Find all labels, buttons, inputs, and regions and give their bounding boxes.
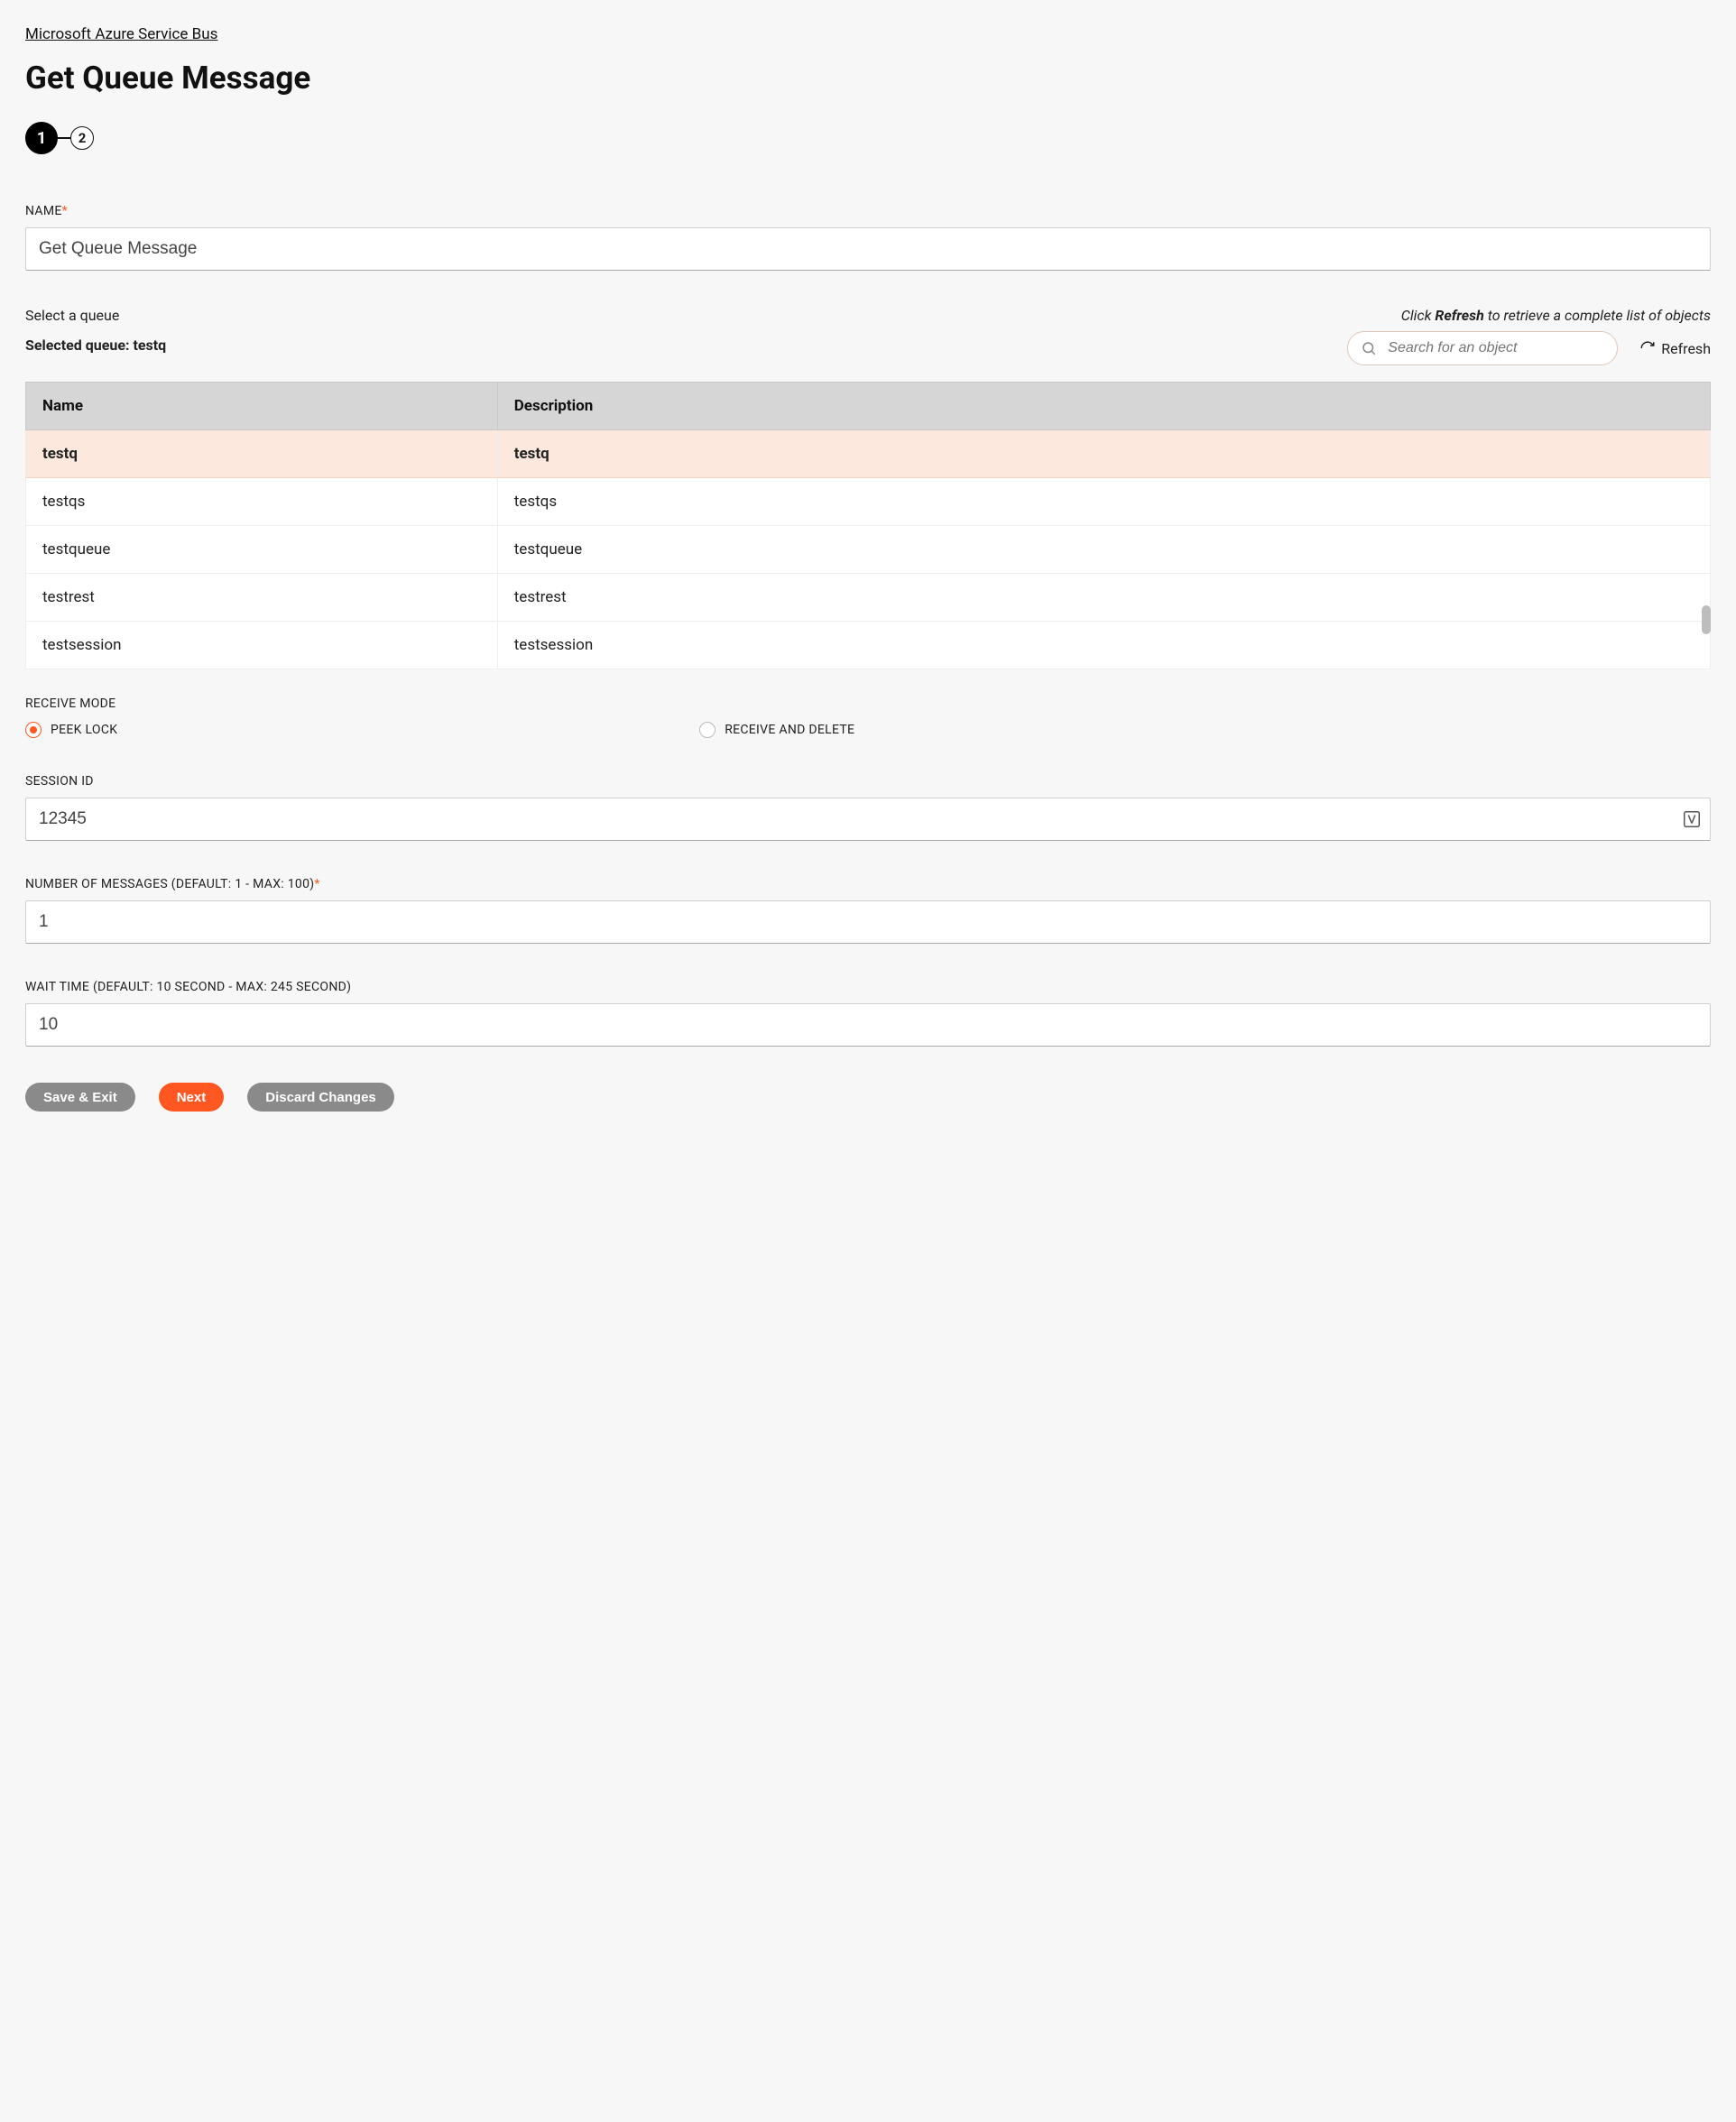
queue-table-wrap: Name Description testqtestqtestqstestqst… [25, 382, 1711, 669]
search-icon [1361, 340, 1377, 356]
breadcrumb[interactable]: Microsoft Azure Service Bus [25, 25, 217, 43]
col-name[interactable]: Name [26, 383, 498, 430]
queue-table: Name Description testqtestqtestqstestqst… [25, 382, 1711, 669]
page-title: Get Queue Message [25, 60, 1711, 97]
queue-section: Select a queue Selected queue: testq Cli… [25, 307, 1711, 669]
row-name: testqueue [26, 526, 498, 574]
receive-mode-label: RECEIVE MODE [25, 697, 1711, 711]
row-name: testq [26, 430, 498, 478]
save-exit-button[interactable]: Save & Exit [25, 1083, 135, 1112]
session-id-label: SESSION ID [25, 774, 1711, 789]
row-description: testrest [497, 574, 1710, 622]
footer-actions: Save & Exit Next Discard Changes [25, 1083, 1711, 1112]
name-field: NAME* [25, 204, 1711, 271]
variable-icon[interactable] [1682, 809, 1702, 829]
step-2[interactable]: 2 [70, 126, 94, 150]
select-queue-label: Select a queue [25, 307, 166, 324]
radio-option[interactable]: RECEIVE AND DELETE [699, 722, 1373, 738]
hint-post: to retrieve a complete list of objects [1484, 307, 1711, 324]
num-messages-input[interactable] [25, 900, 1711, 944]
row-name: testrest [26, 574, 498, 622]
refresh-hint: Click Refresh to retrieve a complete lis… [1347, 307, 1711, 324]
row-description: testq [497, 430, 1710, 478]
name-label-text: NAME [25, 204, 62, 218]
search-input[interactable] [1386, 339, 1604, 357]
num-messages-label: NUMBER OF MESSAGES (DEFAULT: 1 - MAX: 10… [25, 877, 1711, 891]
stepper: 1 2 [25, 122, 1711, 154]
refresh-button[interactable]: Refresh [1639, 340, 1711, 357]
name-label: NAME* [25, 204, 1711, 218]
step-connector [58, 137, 70, 139]
receive-mode-radio-group: PEEK LOCK RECEIVE AND DELETE [25, 722, 1711, 738]
selected-queue-value: testq [133, 337, 166, 354]
table-row[interactable]: testresttestrest [26, 574, 1711, 622]
row-description: testsession [497, 622, 1710, 669]
hint-pre: Click [1401, 307, 1436, 324]
session-id-field: SESSION ID [25, 774, 1711, 841]
hint-bold: Refresh [1435, 307, 1483, 324]
row-name: testsession [26, 622, 498, 669]
step-1[interactable]: 1 [25, 122, 58, 154]
discard-button[interactable]: Discard Changes [247, 1083, 394, 1112]
col-description[interactable]: Description [497, 383, 1710, 430]
name-input[interactable] [25, 227, 1711, 271]
selected-queue-prefix: Selected queue: [25, 337, 133, 354]
radio-dot[interactable] [699, 722, 716, 738]
required-marker: * [62, 204, 68, 218]
row-name: testqs [26, 478, 498, 526]
next-button[interactable]: Next [159, 1083, 225, 1112]
refresh-icon [1639, 340, 1656, 356]
selected-queue-label: Selected queue: testq [25, 337, 166, 354]
wait-time-input[interactable] [25, 1003, 1711, 1047]
search-box[interactable] [1347, 331, 1618, 365]
row-description: testqs [497, 478, 1710, 526]
num-messages-field: NUMBER OF MESSAGES (DEFAULT: 1 - MAX: 10… [25, 877, 1711, 944]
refresh-label: Refresh [1661, 340, 1711, 357]
wait-time-field: WAIT TIME (DEFAULT: 10 SECOND - MAX: 245… [25, 980, 1711, 1047]
radio-label: PEEK LOCK [51, 723, 117, 737]
table-row[interactable]: testqueuetestqueue [26, 526, 1711, 574]
radio-dot[interactable] [25, 722, 42, 738]
required-marker: * [314, 877, 319, 891]
radio-label: RECEIVE AND DELETE [725, 723, 854, 737]
wait-time-label: WAIT TIME (DEFAULT: 10 SECOND - MAX: 245… [25, 980, 1711, 994]
scrollbar-thumb[interactable] [1702, 605, 1711, 634]
table-row[interactable]: testsessiontestsession [26, 622, 1711, 669]
table-row[interactable]: testqtestq [26, 430, 1711, 478]
num-messages-label-text: NUMBER OF MESSAGES (DEFAULT: 1 - MAX: 10… [25, 877, 314, 891]
receive-mode-field: RECEIVE MODE PEEK LOCK RECEIVE AND DELETE [25, 697, 1711, 738]
table-row[interactable]: testqstestqs [26, 478, 1711, 526]
radio-option[interactable]: PEEK LOCK [25, 722, 699, 738]
session-id-input[interactable] [25, 798, 1711, 841]
row-description: testqueue [497, 526, 1710, 574]
